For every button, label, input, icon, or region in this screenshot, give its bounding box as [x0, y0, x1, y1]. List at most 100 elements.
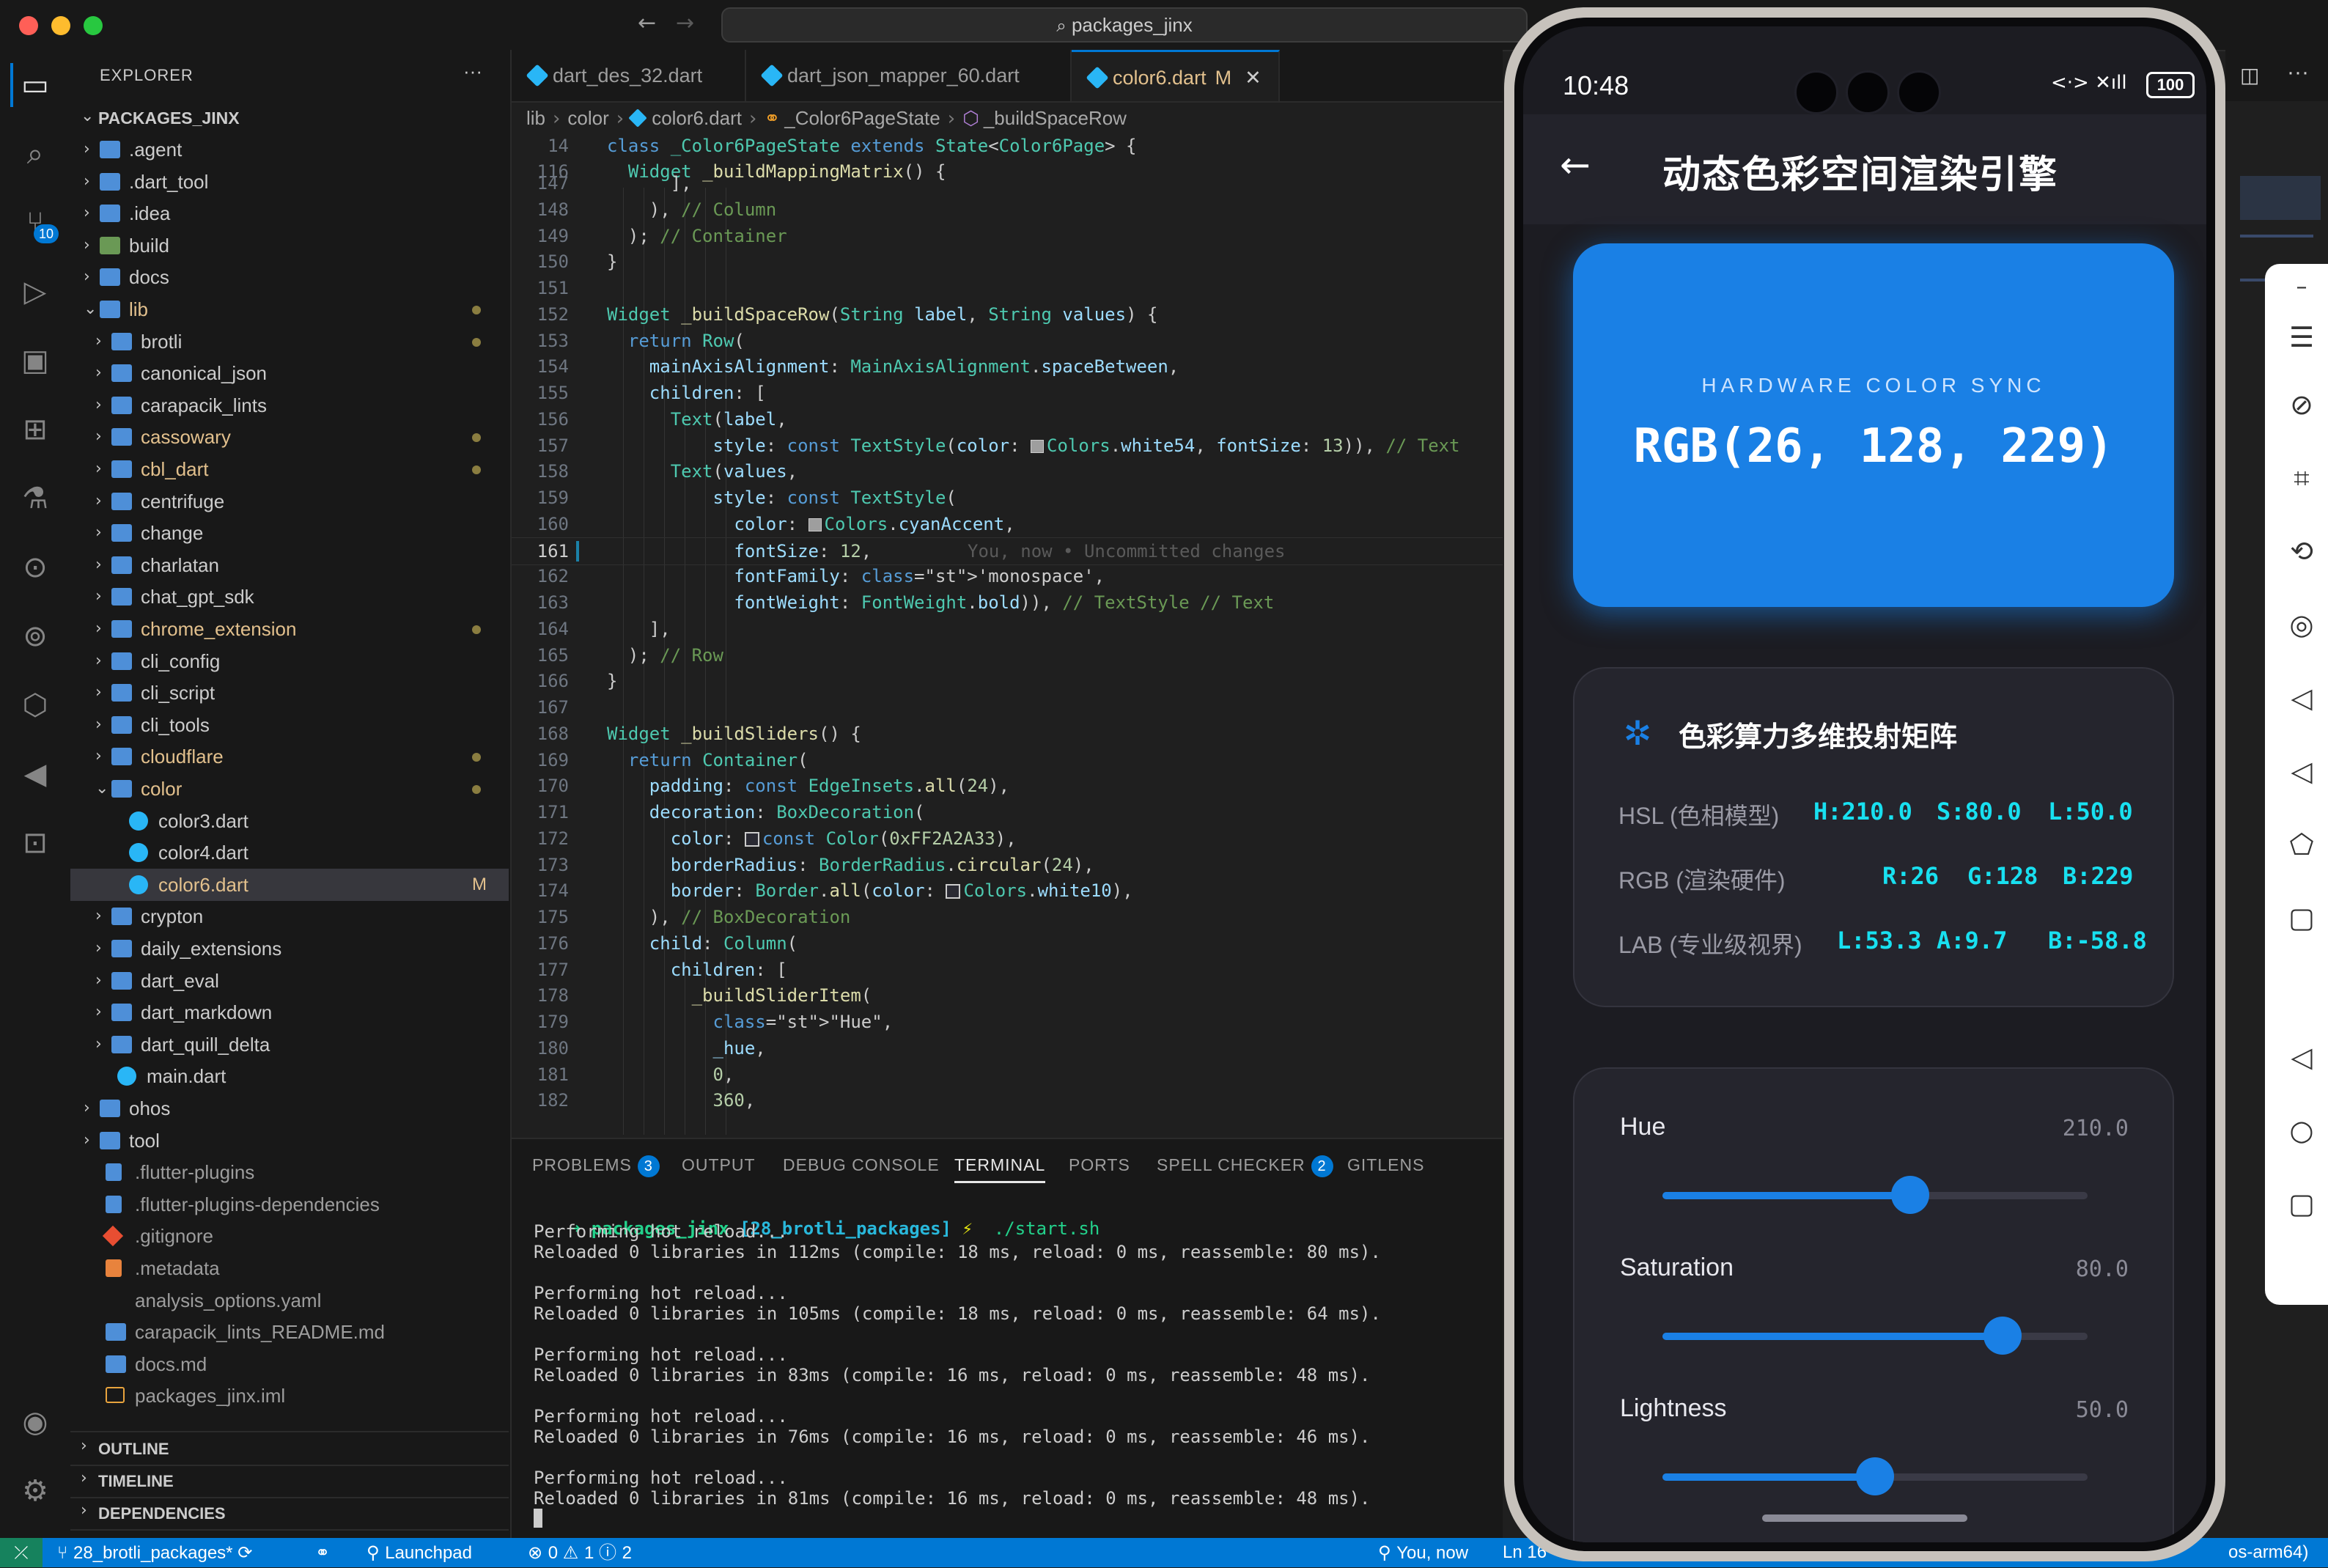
code-line[interactable]: 157 style: const TextStyle(color: Colors…	[512, 433, 1503, 459]
folder-crumb[interactable]: lib	[526, 107, 545, 129]
tree-item[interactable]: docs.md	[70, 1348, 509, 1380]
search-icon[interactable]: ⌕	[13, 132, 57, 176]
tree-item[interactable]: › .dart_tool	[70, 166, 509, 198]
account-icon[interactable]: ◉	[13, 1400, 57, 1444]
code-line[interactable]: 178 _buildSliderItem(	[512, 982, 1503, 1009]
code-line[interactable]: 169 return Container(	[512, 747, 1503, 773]
panel-tab[interactable]: SPELL CHECKER 2	[1157, 1155, 1333, 1177]
code-line[interactable]: 172 color: const Color(0xFF2A2A33),	[512, 825, 1503, 852]
tree-item[interactable]: › .idea	[70, 197, 509, 229]
code-line[interactable]: 181 0,	[512, 1061, 1503, 1088]
tree-item[interactable]: › daily_extensions	[70, 932, 509, 965]
forward-arrow-icon[interactable]: →	[676, 10, 694, 36]
code-line[interactable]: 165 ); // Row	[512, 642, 1503, 669]
section-dependencies[interactable]: › DEPENDENCIES	[70, 1497, 509, 1531]
code-line[interactable]: 171 decoration: BoxDecoration(	[512, 799, 1503, 825]
method-crumb[interactable]: _buildSpaceRow	[984, 107, 1127, 129]
command-center-search[interactable]: ⌕ packages_jinx	[721, 7, 1528, 43]
code-line[interactable]: 151	[512, 275, 1503, 301]
flutter-icon[interactable]: ◀	[13, 752, 57, 796]
tree-item[interactable]: › ohos	[70, 1092, 509, 1125]
code-line[interactable]: 175 ), // BoxDecoration	[512, 904, 1503, 930]
workspace-root[interactable]: ⌄ PACKAGES_JINX	[70, 101, 509, 133]
code-line[interactable]: 154 mainAxisAlignment: MainAxisAlignment…	[512, 353, 1503, 380]
tree-item[interactable]: › cloudflare	[70, 740, 509, 773]
tree-item[interactable]: .metadata	[70, 1252, 509, 1284]
tree-item[interactable]: .flutter-plugins	[70, 1156, 509, 1188]
code-line[interactable]: 180 _hue,	[512, 1035, 1503, 1061]
menu-icon[interactable]: ☰	[2285, 321, 2318, 353]
tree-item[interactable]: › chat_gpt_sdk	[70, 581, 509, 613]
tree-item[interactable]: .gitignore	[70, 1220, 509, 1252]
home-indicator[interactable]	[1762, 1514, 1967, 1522]
blame-status[interactable]: ⚲ You, now	[1378, 1538, 1468, 1568]
split-editor-icon[interactable]: ◫	[2240, 63, 2259, 87]
code-line[interactable]: 153 return Row(	[512, 328, 1503, 354]
code-line[interactable]: 164 ],	[512, 616, 1503, 642]
tree-item[interactable]: › docs	[70, 261, 509, 293]
tree-item[interactable]: analysis_options.yaml	[70, 1284, 509, 1317]
tree-item[interactable]: › .agent	[70, 133, 509, 166]
tree-item[interactable]: › cassowary	[70, 421, 509, 453]
code-line[interactable]: 149 ); // Container	[512, 223, 1503, 249]
code-line[interactable]: 173 borderRadius: BorderRadius.circular(…	[512, 852, 1503, 878]
slider-thumb[interactable]	[1891, 1176, 1930, 1214]
tree-item[interactable]: › chrome_extension	[70, 613, 509, 645]
more-editor-actions-icon[interactable]: ···	[2287, 60, 2309, 85]
sticky-line[interactable]: 14 class _Color6PageState extends State<C…	[512, 133, 1503, 159]
nav-home-icon[interactable]: ○	[2285, 1114, 2318, 1146]
gitlens-icon[interactable]: ⊚	[13, 614, 57, 658]
code-line[interactable]: 158 Text(values,	[512, 458, 1503, 485]
code-line[interactable]: 177 children: [	[512, 957, 1503, 983]
testing-icon[interactable]: ⚗	[13, 476, 57, 520]
slider-track[interactable]	[1662, 1457, 2088, 1495]
tree-item[interactable]: › charlatan	[70, 549, 509, 581]
section-outline[interactable]: › OUTLINE	[70, 1432, 509, 1466]
screenshot-icon[interactable]: ▢	[2285, 902, 2318, 934]
code-line[interactable]: 166}	[512, 668, 1503, 694]
back-arrow-icon[interactable]: ←	[638, 10, 656, 36]
gitlens-status-icon[interactable]: ⚭	[315, 1538, 330, 1567]
problems-status[interactable]: ⊗ 0 ⚠ 1 ⓘ 2	[528, 1538, 632, 1568]
tree-item[interactable]: color4.dart	[70, 836, 509, 869]
tree-item[interactable]: ⌄ lib	[70, 293, 509, 325]
extensions-icon[interactable]: ⊞	[13, 408, 57, 452]
volume-down-icon[interactable]: ◁	[2285, 755, 2318, 787]
maximize-window-button[interactable]	[84, 16, 103, 35]
folder-crumb[interactable]: color	[567, 107, 608, 129]
tree-item[interactable]: › cli_tools	[70, 709, 509, 741]
back-arrow-icon[interactable]: ←	[1560, 144, 1591, 186]
panel-tab[interactable]: PORTS	[1069, 1155, 1130, 1175]
code-line[interactable]: 161 fontSize: 12, You, now • Uncommitted …	[512, 537, 1503, 565]
tree-item[interactable]: color6.dart M	[70, 868, 509, 901]
git-graph-icon[interactable]: ⊙	[13, 545, 57, 589]
tree-item[interactable]: › tool	[70, 1125, 509, 1157]
touch-off-icon[interactable]: ⊘	[2285, 389, 2318, 421]
record-icon[interactable]: ◎	[2285, 608, 2318, 641]
shake-icon[interactable]: ⬠	[2285, 828, 2318, 861]
code-line[interactable]: 147 ],	[512, 170, 1503, 196]
tree-item[interactable]: › dart_quill_delta	[70, 1028, 509, 1061]
panel-tab[interactable]: OUTPUT	[682, 1155, 756, 1175]
close-icon[interactable]: ✕	[1245, 67, 1261, 89]
code-line[interactable]: 179 class="st">"Hue",	[512, 1009, 1503, 1035]
tree-item[interactable]: › cli_script	[70, 677, 509, 709]
arch-status[interactable]: os-arm64)	[2228, 1538, 2308, 1567]
remote-explorer-icon[interactable]: ▣	[13, 339, 57, 383]
tree-item[interactable]: .flutter-plugins-dependencies	[70, 1188, 509, 1221]
section-timeline[interactable]: › TIMELINE	[70, 1465, 509, 1498]
rotate-icon[interactable]: ⟲	[2285, 535, 2318, 567]
code-line[interactable]: 163 fontWeight: FontWeight.bold)), // Te…	[512, 589, 1503, 616]
source-control-icon[interactable]: ⑂ 10	[13, 201, 59, 245]
file-crumb[interactable]: color6.dart	[652, 107, 742, 129]
terminal[interactable]: ➜ packages_jinx [28_brotli_packages] ⚡ .…	[512, 1189, 1503, 1538]
code-line[interactable]: 168 Widget _buildSliders() {	[512, 721, 1503, 747]
code-line[interactable]: 156 Text(label,	[512, 406, 1503, 433]
settings-gear-icon[interactable]: ⚙	[13, 1469, 57, 1513]
more-actions-icon[interactable]: ···	[463, 60, 482, 83]
code-editor[interactable]: 147 ], 148 ), // Column 149 ); // Containe…	[512, 173, 1503, 1135]
code-line[interactable]: 159 style: const TextStyle(	[512, 485, 1503, 511]
minimize-window-button[interactable]	[51, 16, 70, 35]
tree-item[interactable]: › crypton	[70, 900, 509, 932]
panel-tab[interactable]: GITLENS	[1347, 1155, 1424, 1175]
